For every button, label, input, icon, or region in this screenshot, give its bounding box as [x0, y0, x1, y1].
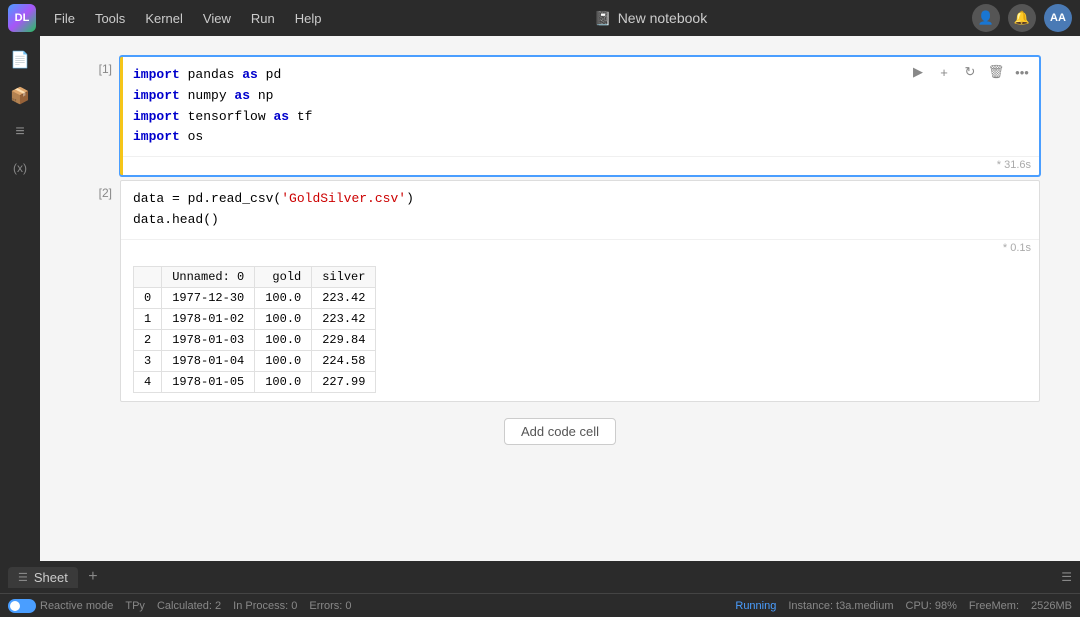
more-button-1[interactable]: •••	[1011, 61, 1033, 83]
table-cell: 224.58	[312, 350, 376, 371]
table-cell: 100.0	[255, 350, 312, 371]
cell-2-output: Unnamed: 0 gold silver 01977-12-30100.02…	[121, 258, 1039, 401]
table-cell: 223.42	[312, 287, 376, 308]
col-header-gold: gold	[255, 266, 312, 287]
sidebar-item-variables[interactable]: (x)	[4, 152, 36, 184]
table-row: 01977-12-30100.0223.42	[134, 287, 376, 308]
sidebar-item-packages[interactable]: 📦	[4, 80, 36, 112]
menu-tools[interactable]: Tools	[87, 7, 133, 30]
menu-view[interactable]: View	[195, 7, 239, 30]
cell-1-code[interactable]: import pandas as pd import numpy as np i…	[121, 57, 1039, 156]
table-row: 31978-01-04100.0224.58	[134, 350, 376, 371]
instance-label: Instance: t3a.medium	[788, 600, 893, 612]
menu-kernel[interactable]: Kernel	[137, 7, 191, 30]
reactive-mode-toggle[interactable]: Reactive mode	[8, 599, 113, 613]
errors-label: Errors: 0	[309, 600, 351, 612]
table-row: 11978-01-02100.0223.42	[134, 308, 376, 329]
table-cell: 1978-01-02	[162, 308, 255, 329]
table-cell: 229.84	[312, 329, 376, 350]
sidebar-item-files[interactable]: 📄	[4, 44, 36, 76]
statusbar: Reactive mode TPy Calculated: 2 In Proce…	[0, 593, 1080, 617]
notebook-title: 📓 New notebook	[333, 10, 968, 27]
table-row: 21978-01-03100.0229.84	[134, 329, 376, 350]
cell-1-number: [1]	[80, 56, 120, 176]
add-below-button-1[interactable]: +	[933, 61, 955, 83]
col-header-index	[134, 266, 162, 287]
cell-2-code[interactable]: data = pd.read_csv('GoldSilver.csv') dat…	[121, 181, 1039, 239]
sheet-menu-icon[interactable]: ☰	[1061, 570, 1072, 584]
menubar: DL File Tools Kernel View Run Help 📓 New…	[0, 0, 1080, 36]
cell-1-content[interactable]: ▶ + ↻ 🗑 ••• import pandas as pd import n…	[120, 56, 1040, 176]
refresh-button-1[interactable]: ↻	[959, 61, 981, 83]
menu-help[interactable]: Help	[287, 7, 330, 30]
language-label: TPy	[125, 600, 145, 612]
running-label: Running	[735, 600, 776, 612]
cell-2-number: [2]	[80, 180, 120, 402]
sheet-tab[interactable]: ☰ Sheet	[8, 567, 78, 588]
table-cell: 0	[134, 287, 162, 308]
table-cell: 100.0	[255, 308, 312, 329]
cell-2-exec-time: * 0.1s	[121, 239, 1039, 258]
code-line-2: import numpy as np	[133, 86, 939, 107]
table-row: 41978-01-05100.0227.99	[134, 371, 376, 392]
run-button-1[interactable]: ▶	[907, 61, 929, 83]
avatar[interactable]: AA	[1044, 4, 1072, 32]
table-cell: 1978-01-05	[162, 371, 255, 392]
delete-button-1[interactable]: 🗑	[985, 61, 1007, 83]
user-icon[interactable]: 👤	[972, 4, 1000, 32]
menu-run[interactable]: Run	[243, 7, 283, 30]
table-cell: 227.99	[312, 371, 376, 392]
table-cell: 1	[134, 308, 162, 329]
table-cell: 4	[134, 371, 162, 392]
freemem-label: FreeMem:	[969, 600, 1019, 612]
bottom-bar: ☰ Sheet + ☰	[0, 561, 1080, 593]
col-header-unnamed: Unnamed: 0	[162, 266, 255, 287]
add-cell-row: Add code cell	[80, 418, 1040, 445]
cell-2: [2] data = pd.read_csv('GoldSilver.csv')…	[80, 180, 1040, 402]
notebook-area: [1] ▶ + ↻ 🗑 ••• import pandas as pd impo…	[40, 36, 1080, 561]
in-process-label: In Process: 0	[233, 600, 297, 612]
mem-value-label: 2526MB	[1031, 600, 1072, 612]
code-line-1: import pandas as pd	[133, 65, 939, 86]
notification-icon[interactable]: 🔔	[1008, 4, 1036, 32]
table-cell: 100.0	[255, 287, 312, 308]
code-line-4: import os	[133, 127, 939, 148]
notebook-icon: 📓	[594, 10, 611, 27]
table-cell: 100.0	[255, 329, 312, 350]
table-cell: 3	[134, 350, 162, 371]
main-layout: 📄 📦 ≡ (x) [1] ▶ + ↻ 🗑 ••• import pandas …	[0, 36, 1080, 561]
table-cell: 100.0	[255, 371, 312, 392]
code-line-6: data.head()	[133, 210, 1027, 231]
sidebar: 📄 📦 ≡ (x)	[0, 36, 40, 561]
reactive-mode-label: Reactive mode	[40, 600, 113, 612]
sidebar-item-outline[interactable]: ≡	[4, 116, 36, 148]
table-cell: 1978-01-04	[162, 350, 255, 371]
calculated-label: Calculated: 2	[157, 600, 221, 612]
cell-1-toolbar: ▶ + ↻ 🗑 •••	[907, 61, 1033, 83]
table-cell: 1977-12-30	[162, 287, 255, 308]
sheet-tab-label: Sheet	[34, 570, 68, 585]
code-line-3: import tensorflow as tf	[133, 107, 939, 128]
table-cell: 223.42	[312, 308, 376, 329]
cell-1-exec-time: * 31.6s	[121, 156, 1039, 175]
statusbar-right: Running Instance: t3a.medium CPU: 98% Fr…	[735, 600, 1072, 612]
table-cell: 2	[134, 329, 162, 350]
cpu-label: CPU: 98%	[906, 600, 957, 612]
app-logo: DL	[8, 4, 36, 32]
mode-toggle-switch[interactable]	[8, 599, 36, 613]
add-sheet-button[interactable]: +	[82, 566, 104, 588]
menu-file[interactable]: File	[46, 7, 83, 30]
dataframe-table: Unnamed: 0 gold silver 01977-12-30100.02…	[133, 266, 376, 393]
cell-1: [1] ▶ + ↻ 🗑 ••• import pandas as pd impo…	[80, 56, 1040, 176]
hamburger-icon: ☰	[18, 571, 28, 584]
menubar-right: 👤 🔔 AA	[972, 4, 1072, 32]
add-code-cell-button[interactable]: Add code cell	[504, 418, 616, 445]
col-header-silver: silver	[312, 266, 376, 287]
cell-2-content[interactable]: data = pd.read_csv('GoldSilver.csv') dat…	[120, 180, 1040, 402]
table-cell: 1978-01-03	[162, 329, 255, 350]
cell-1-bar	[120, 57, 123, 175]
code-line-5: data = pd.read_csv('GoldSilver.csv')	[133, 189, 1027, 210]
